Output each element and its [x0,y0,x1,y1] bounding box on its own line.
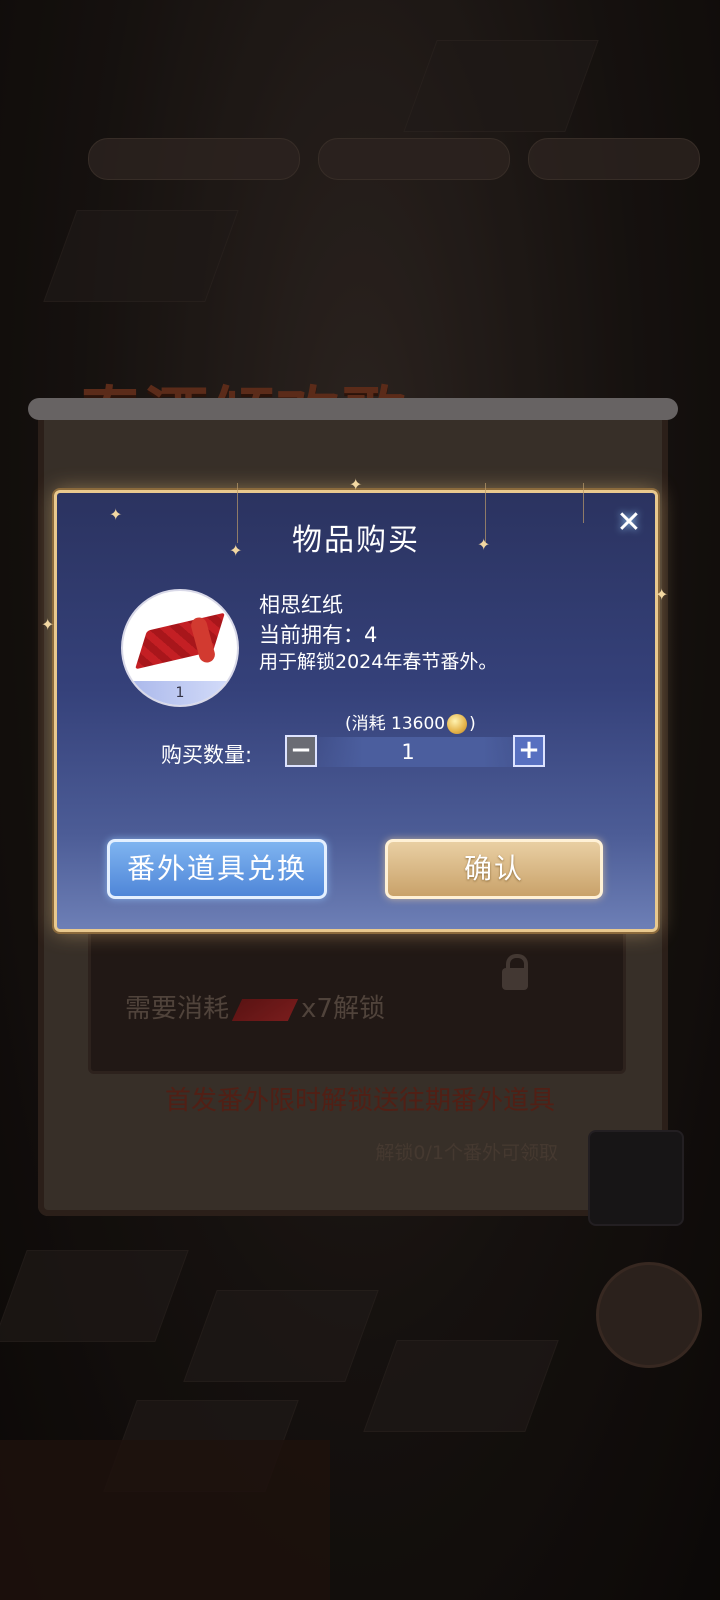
quantity-label: 购买数量: [161,743,253,767]
quantity-value[interactable]: 1 [303,737,513,767]
confirm-button[interactable]: 确认 [385,839,603,899]
red-paper-roll-icon: 1 [121,589,239,707]
cost-amount: 13600 [391,714,446,734]
purchase-cost: (消耗 13600) [345,709,476,734]
gold-coin-icon [447,714,468,734]
item-name: 相思红纸 [259,593,343,617]
exchange-items-button[interactable]: 番外道具兑换 [107,839,327,899]
quantity-minus-button[interactable]: − [285,735,317,767]
dialog-title: 物品购买 [292,523,420,558]
item-owned-count: 当前拥有：4 [259,623,378,647]
cost-suffix: ) [469,714,476,734]
item-icon-count: 1 [123,681,237,705]
close-icon[interactable]: ✕ [613,507,645,539]
sparkle-icon: ✦ [41,615,55,634]
item-description: 用于解锁2024年春节番外。 [259,651,498,673]
purchase-dialog: ✦ ✦ ✦ ✦ ✦ ✦ 物品购买 ✕ 1 相思红纸 当前拥有：4 用于解锁202… [41,475,668,932]
sparkle-icon: ✦ [349,475,363,494]
quantity-plus-button[interactable]: + [513,735,545,767]
sparkle-icon: ✦ [655,585,669,604]
cost-prefix: (消耗 [345,714,386,734]
